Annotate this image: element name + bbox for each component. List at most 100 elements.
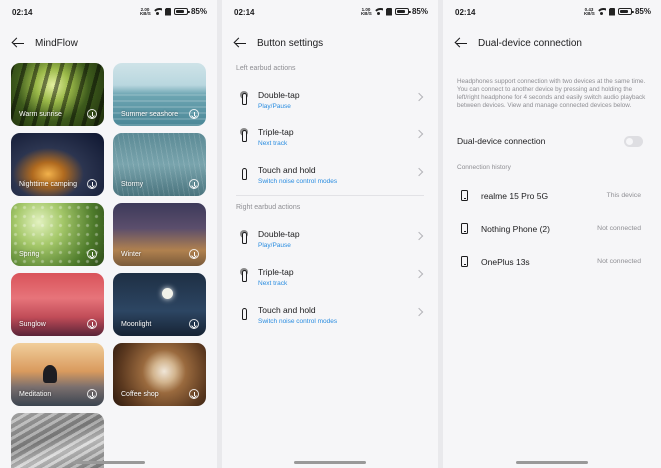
device-row[interactable]: Nothing Phone (2) Not connected: [457, 216, 647, 244]
device-row[interactable]: realme 15 Pro 5G This device: [457, 183, 647, 211]
tile-sunglow[interactable]: Sunglow: [11, 273, 104, 336]
tile-label: Nighttime camping: [19, 181, 77, 188]
action-value: Next track: [258, 280, 288, 287]
device-name: realme 15 Pro 5G: [481, 191, 549, 201]
left-touch-hold-row[interactable]: Touch and hold Switch noise control mode…: [236, 158, 424, 194]
chevron-right-icon: [414, 269, 424, 279]
network-speed: 0.43 KB/S: [583, 7, 595, 16]
button-settings-screen: 02:14 1.00 KB/S 85% Button settings Left …: [222, 0, 438, 468]
right-double-tap-row[interactable]: Double-tap Play/Pause: [236, 222, 424, 258]
status-time: 02:14: [12, 8, 33, 17]
device-name: OnePlus 13s: [481, 257, 530, 267]
phone-icon: [461, 256, 468, 267]
tile-partial[interactable]: [11, 413, 104, 468]
action-name: Double-tap: [258, 229, 300, 239]
tile-label: Spring: [19, 251, 40, 258]
download-icon[interactable]: [87, 389, 97, 399]
page-title: MindFlow: [35, 38, 78, 49]
back-arrow-icon[interactable]: [455, 37, 468, 49]
download-icon[interactable]: [189, 319, 199, 329]
right-touch-hold-row[interactable]: Touch and hold Switch noise control mode…: [236, 298, 424, 334]
tile-nighttime-camping[interactable]: Nighttime camping: [11, 133, 104, 196]
sim-icon: [385, 7, 392, 16]
download-icon[interactable]: [87, 109, 97, 119]
section-divider: [236, 195, 424, 196]
home-indicator[interactable]: [72, 461, 145, 464]
status-time: 02:14: [455, 8, 476, 17]
status-bar: 02:14 2.00 KB/S 85%: [0, 0, 217, 24]
phone-icon: [461, 190, 468, 201]
left-triple-tap-row[interactable]: Triple-tap Next track: [236, 120, 424, 156]
action-value: Next track: [258, 140, 288, 147]
tile-moonlight[interactable]: Moonlight: [113, 273, 206, 336]
status-icons: 2.00 KB/S 85%: [140, 7, 207, 16]
battery-icon: [394, 8, 411, 15]
tap-gesture-icon: [239, 268, 251, 282]
tile-summer-seashore[interactable]: Summer seashore: [113, 63, 206, 126]
mindflow-screen: 02:14 2.00 KB/S 85% MindFlow Warm sunrise…: [0, 0, 217, 468]
action-name: Touch and hold: [258, 305, 316, 315]
tile-stormy[interactable]: Stormy: [113, 133, 206, 196]
tile-label: Winter: [121, 251, 142, 258]
download-icon[interactable]: [189, 389, 199, 399]
hold-gesture-icon: [239, 166, 251, 180]
status-bar: 02:14 0.43 KB/S 85%: [443, 0, 661, 24]
sim-icon: [608, 7, 615, 16]
chevron-right-icon: [414, 307, 424, 317]
app-bar: Dual-device connection: [443, 28, 661, 58]
home-indicator[interactable]: [294, 461, 366, 464]
download-icon[interactable]: [87, 249, 97, 259]
tap-gesture-icon: [239, 230, 251, 244]
status-bar: 02:14 1.00 KB/S 85%: [222, 0, 438, 24]
tile-winter[interactable]: Winter: [113, 203, 206, 266]
download-icon[interactable]: [189, 109, 199, 119]
back-arrow-icon[interactable]: [234, 37, 247, 49]
device-status: Not connected: [597, 258, 641, 265]
page-title: Button settings: [257, 38, 324, 49]
app-bar: Button settings: [222, 28, 438, 58]
wifi-icon: [373, 8, 383, 15]
battery-icon: [617, 8, 634, 15]
network-speed: 1.00 KB/S: [361, 7, 372, 16]
tile-meditation[interactable]: Meditation: [11, 343, 104, 406]
tile-label: Stormy: [121, 181, 144, 188]
network-speed: 2.00 KB/S: [139, 7, 151, 16]
tile-warm-sunrise[interactable]: Warm sunrise: [11, 63, 104, 126]
home-indicator[interactable]: [516, 461, 588, 464]
wifi-icon: [596, 8, 606, 15]
back-arrow-icon[interactable]: [12, 37, 25, 49]
chevron-right-icon: [414, 92, 424, 102]
tap-gesture-icon: [239, 91, 251, 105]
tile-label: Summer seashore: [121, 111, 179, 118]
device-status: Not connected: [597, 225, 641, 232]
dual-device-toggle[interactable]: [624, 136, 643, 147]
right-earbud-header: Right earbud actions: [236, 204, 301, 211]
tile-label: Meditation: [19, 391, 52, 398]
dual-device-toggle-row: Dual-device connection: [457, 132, 647, 152]
device-row[interactable]: OnePlus 13s Not connected: [457, 249, 647, 277]
right-triple-tap-row[interactable]: Triple-tap Next track: [236, 260, 424, 296]
download-icon[interactable]: [189, 179, 199, 189]
chevron-right-icon: [414, 129, 424, 139]
tile-coffee-shop[interactable]: Coffee shop: [113, 343, 206, 406]
status-icons: 0.43 KB/S 85%: [584, 7, 651, 16]
device-status: This device: [606, 192, 641, 199]
network-speed-unit: KB/S: [139, 10, 151, 16]
download-icon[interactable]: [87, 319, 97, 329]
download-icon[interactable]: [189, 249, 199, 259]
download-icon[interactable]: [87, 179, 97, 189]
action-value: Switch noise control modes: [258, 178, 338, 185]
network-speed-unit: KB/S: [583, 10, 595, 16]
status-icons: 1.00 KB/S 85%: [361, 7, 428, 16]
left-double-tap-row[interactable]: Double-tap Play/Pause: [236, 83, 424, 119]
feature-description: Headphones support connection with two d…: [457, 78, 646, 109]
phone-icon: [461, 223, 468, 234]
hold-gesture-icon: [239, 306, 251, 320]
toggle-label: Dual-device connection: [457, 136, 546, 146]
battery-percent: 85%: [634, 7, 651, 16]
tap-gesture-icon: [239, 128, 251, 142]
tile-spring[interactable]: Spring: [11, 203, 104, 266]
device-name: Nothing Phone (2): [481, 224, 550, 234]
battery-percent: 85%: [411, 7, 428, 16]
status-time: 02:14: [234, 8, 255, 17]
